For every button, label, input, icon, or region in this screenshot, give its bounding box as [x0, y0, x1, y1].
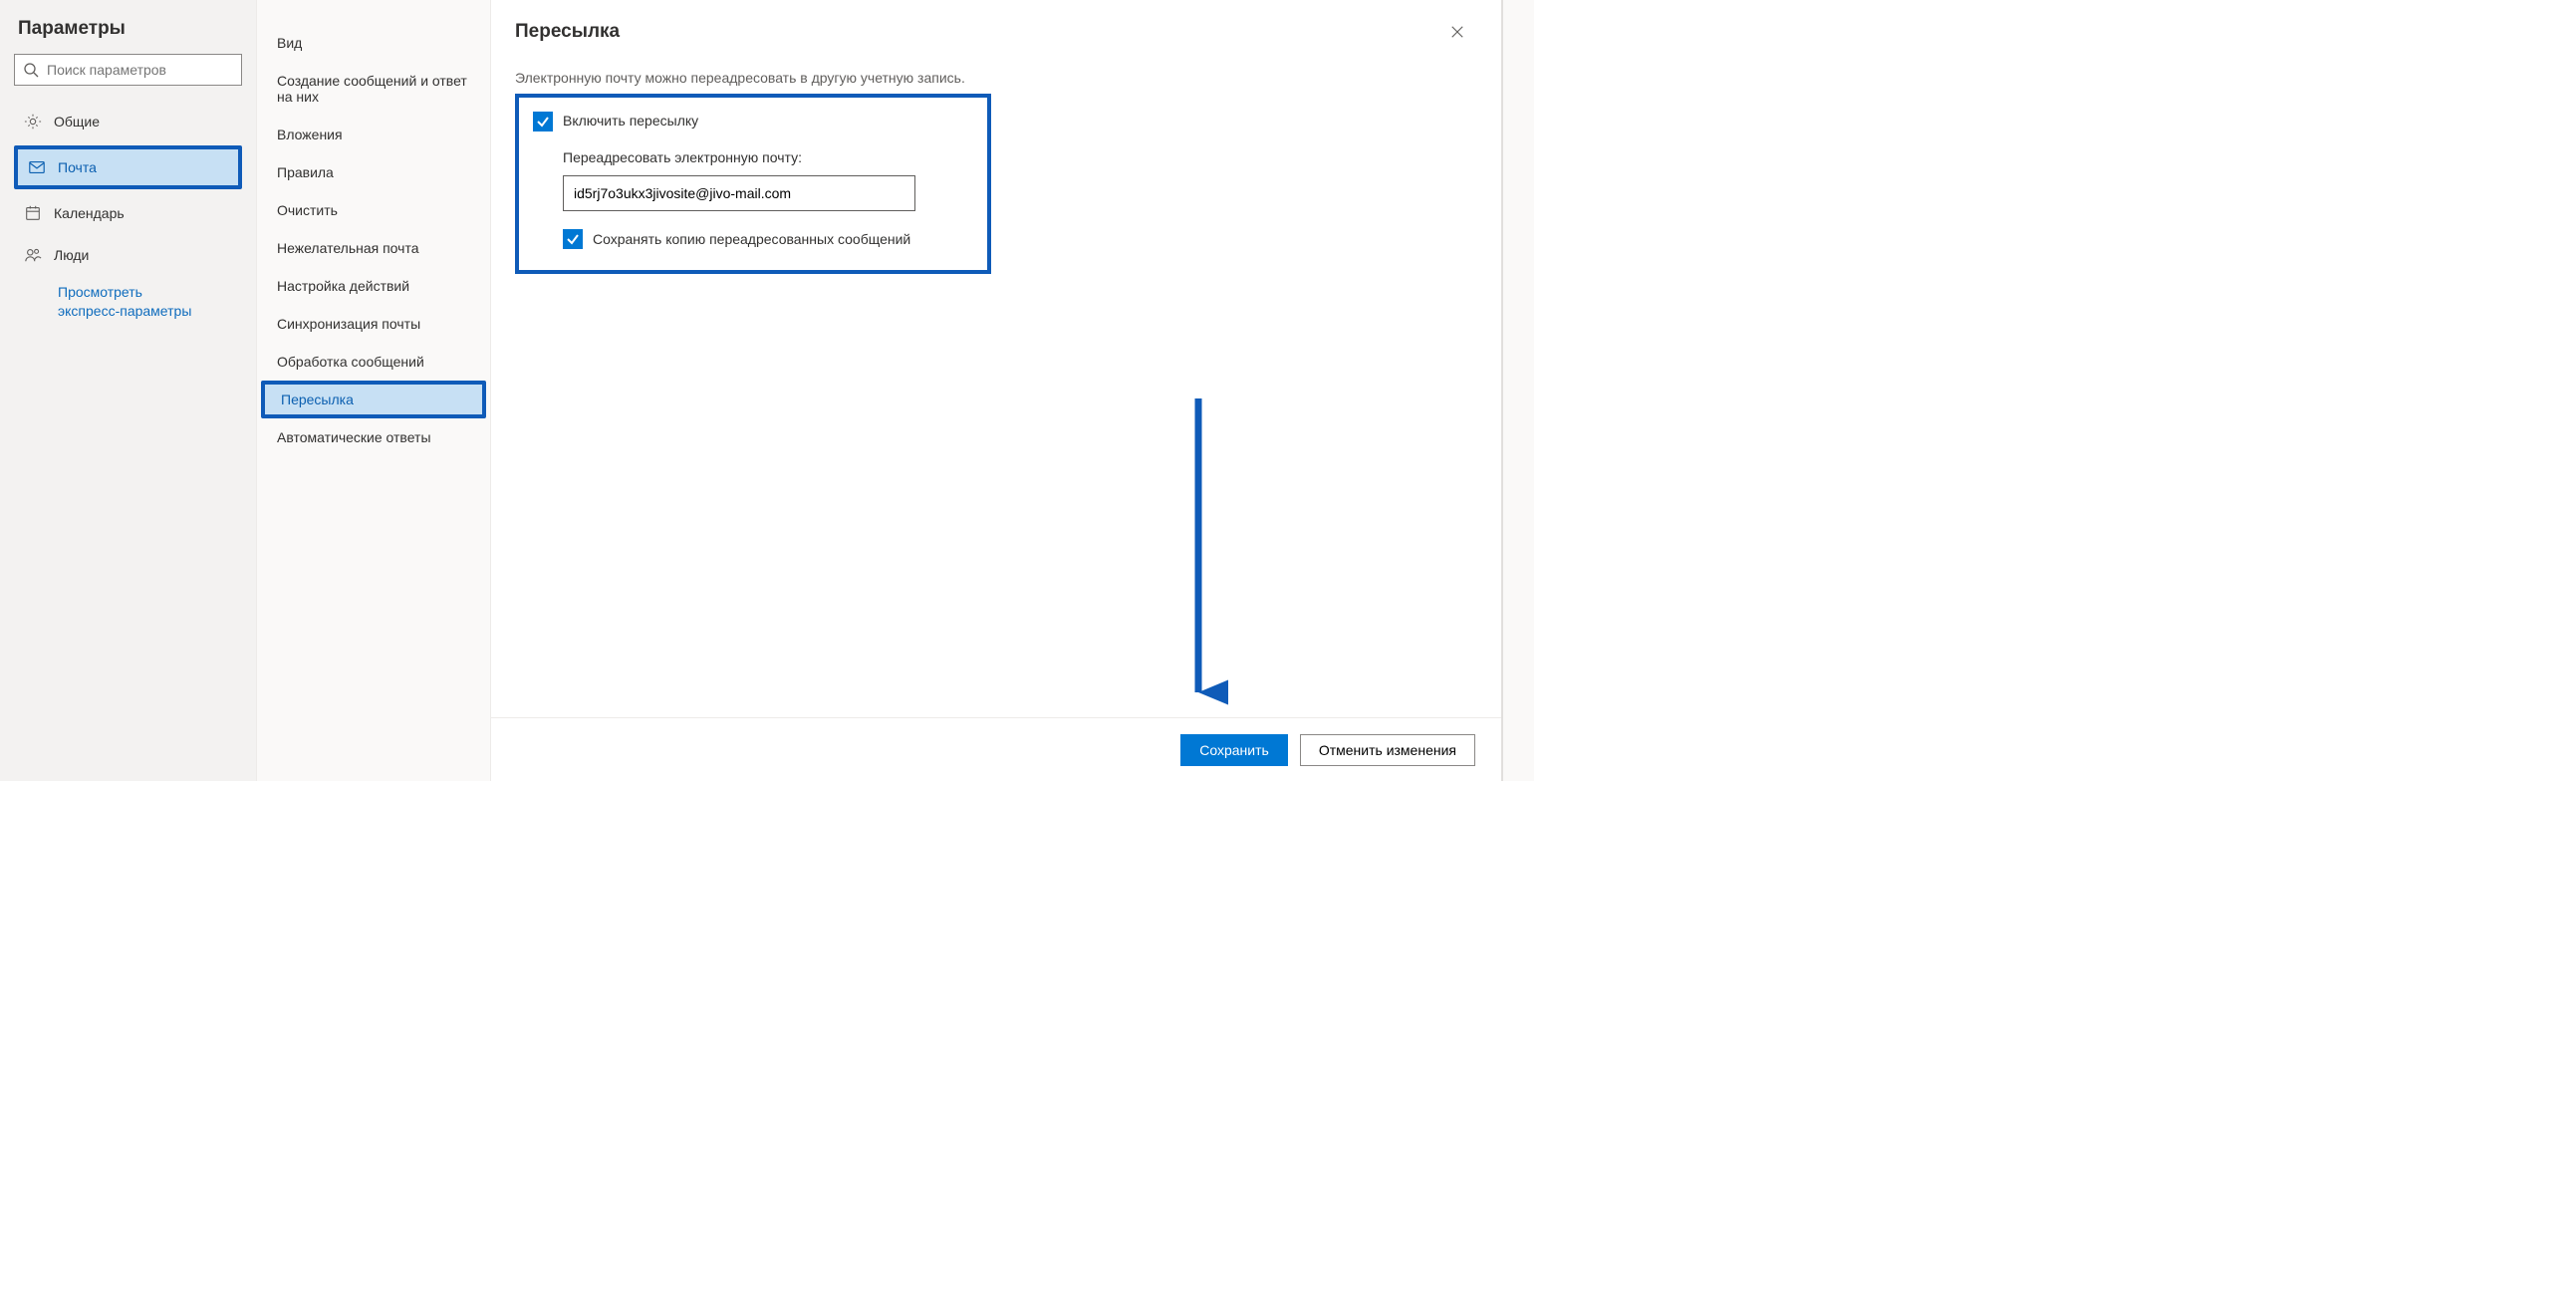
search-icon: [23, 62, 39, 78]
category-mail[interactable]: Почта: [14, 145, 242, 189]
page-title: Пересылка: [515, 21, 620, 43]
subnav-rules[interactable]: Правила: [257, 153, 490, 191]
quick-settings-link[interactable]: Просмотреть экспресс-параметры: [58, 283, 207, 321]
main-header: Пересылка: [491, 0, 1501, 56]
forward-details: Переадресовать электронную почту: Сохран…: [563, 149, 973, 250]
settings-dialog: Параметры Общие Почта: [0, 0, 1534, 781]
search-input-container[interactable]: [14, 54, 242, 86]
check-icon: [566, 232, 580, 246]
close-button[interactable]: [1441, 16, 1473, 48]
category-people[interactable]: Люди: [14, 237, 242, 273]
keep-copy-checkbox[interactable]: [563, 229, 583, 249]
main-footer: Сохранить Отменить изменения: [491, 717, 1501, 781]
subnav-forwarding[interactable]: Пересылка: [261, 381, 486, 418]
settings-title: Параметры: [18, 18, 242, 40]
subnav-auto-replies[interactable]: Автоматические ответы: [257, 418, 490, 456]
subnav-sync-email[interactable]: Синхронизация почты: [257, 305, 490, 343]
category-calendar[interactable]: Календарь: [14, 195, 242, 231]
calendar-icon: [24, 204, 42, 222]
keep-copy-row: Сохранять копию переадресованных сообщен…: [563, 229, 973, 250]
category-list: Общие Почта Календарь Люди Просмот: [14, 102, 242, 321]
enable-forwarding-checkbox[interactable]: [533, 112, 553, 131]
category-label: Люди: [54, 247, 89, 263]
enable-forwarding-label: Включить пересылку: [563, 112, 698, 129]
settings-subnav: Вид Создание сообщений и ответ на них Вл…: [257, 0, 491, 781]
background-strip: [1502, 0, 1534, 781]
subnav-junk[interactable]: Нежелательная почта: [257, 229, 490, 267]
mail-icon: [28, 158, 46, 176]
category-label: Почта: [58, 159, 97, 175]
close-icon: [1450, 25, 1464, 39]
subnav-layout[interactable]: Вид: [257, 24, 490, 62]
subnav-customize-actions[interactable]: Настройка действий: [257, 267, 490, 305]
gear-icon: [24, 113, 42, 131]
cancel-button[interactable]: Отменить изменения: [1300, 734, 1475, 766]
forwarding-hint: Электронную почту можно переадресовать в…: [515, 70, 1477, 86]
category-general[interactable]: Общие: [14, 104, 242, 139]
forwarding-highlight-box: Включить пересылку Переадресовать электр…: [515, 94, 991, 274]
main-body: Электронную почту можно переадресовать в…: [491, 56, 1501, 717]
subnav-sweep[interactable]: Очистить: [257, 191, 490, 229]
subnav-compose-reply[interactable]: Создание сообщений и ответ на них: [257, 62, 490, 116]
forward-email-input[interactable]: [563, 175, 915, 211]
category-label: Общие: [54, 114, 100, 130]
people-icon: [24, 246, 42, 264]
subnav-attachments[interactable]: Вложения: [257, 116, 490, 153]
settings-categories-sidebar: Параметры Общие Почта: [0, 0, 257, 781]
category-label: Календарь: [54, 205, 125, 221]
save-button[interactable]: Сохранить: [1180, 734, 1288, 766]
subnav-message-handling[interactable]: Обработка сообщений: [257, 343, 490, 381]
search-input[interactable]: [47, 62, 233, 78]
keep-copy-label: Сохранять копию переадресованных сообщен…: [593, 229, 910, 250]
check-icon: [536, 115, 550, 129]
settings-main: Пересылка Электронную почту можно переад…: [491, 0, 1502, 781]
enable-forwarding-row: Включить пересылку: [533, 112, 973, 131]
forward-to-label: Переадресовать электронную почту:: [563, 149, 973, 165]
